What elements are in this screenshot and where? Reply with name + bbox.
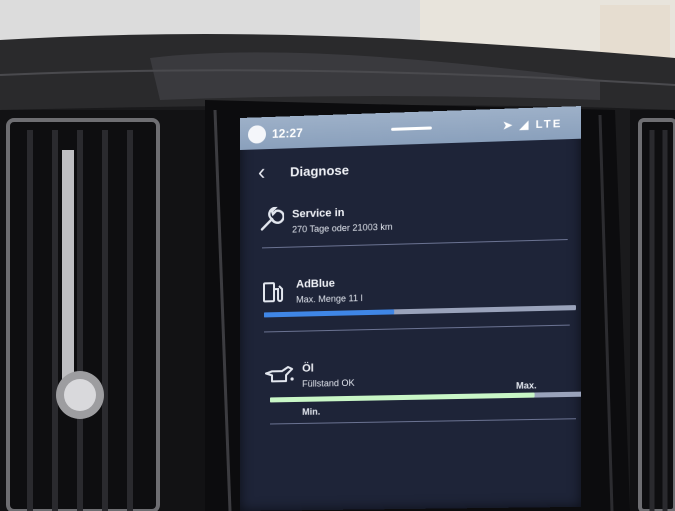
back-chevron-icon[interactable]: ‹ [258,159,265,185]
oil-level-fill [270,393,535,403]
profile-icon[interactable] [248,125,266,144]
oil-can-icon [264,363,294,392]
signal-strength-icon: ◢ [520,119,531,132]
divider [262,239,568,248]
divider [270,418,576,424]
adblue-detail: Max. Menge 11 l [296,293,362,305]
oil-detail: Füllstand OK [302,378,354,389]
oil-max-label: Max. [516,380,537,391]
pull-down-handle-icon[interactable] [391,126,432,130]
status-time: 12:27 [272,126,303,141]
oil-min-label: Min. [302,407,320,417]
service-title: Service in [292,207,344,221]
oil-level-bar [270,392,581,403]
oil-title: Öl [302,362,314,374]
signal-icons: ➤ ◢ LTE [503,117,563,132]
divider [264,325,570,333]
page-title: Diagnose [290,162,349,179]
network-label: LTE [536,118,563,131]
location-icon: ➤ [503,120,515,133]
infotainment-screen: 12:27 ➤ ◢ LTE ‹ Diagnose Service in 270 … [240,106,581,511]
wrench-icon [258,207,284,240]
car-dashboard-photo: 12:27 ➤ ◢ LTE ‹ Diagnose Service in 270 … [0,0,675,511]
service-detail: 270 Tage oder 21003 km [292,222,392,235]
adblue-pump-icon [260,279,286,312]
adblue-level-bar [264,305,576,317]
adblue-title: AdBlue [296,278,335,291]
